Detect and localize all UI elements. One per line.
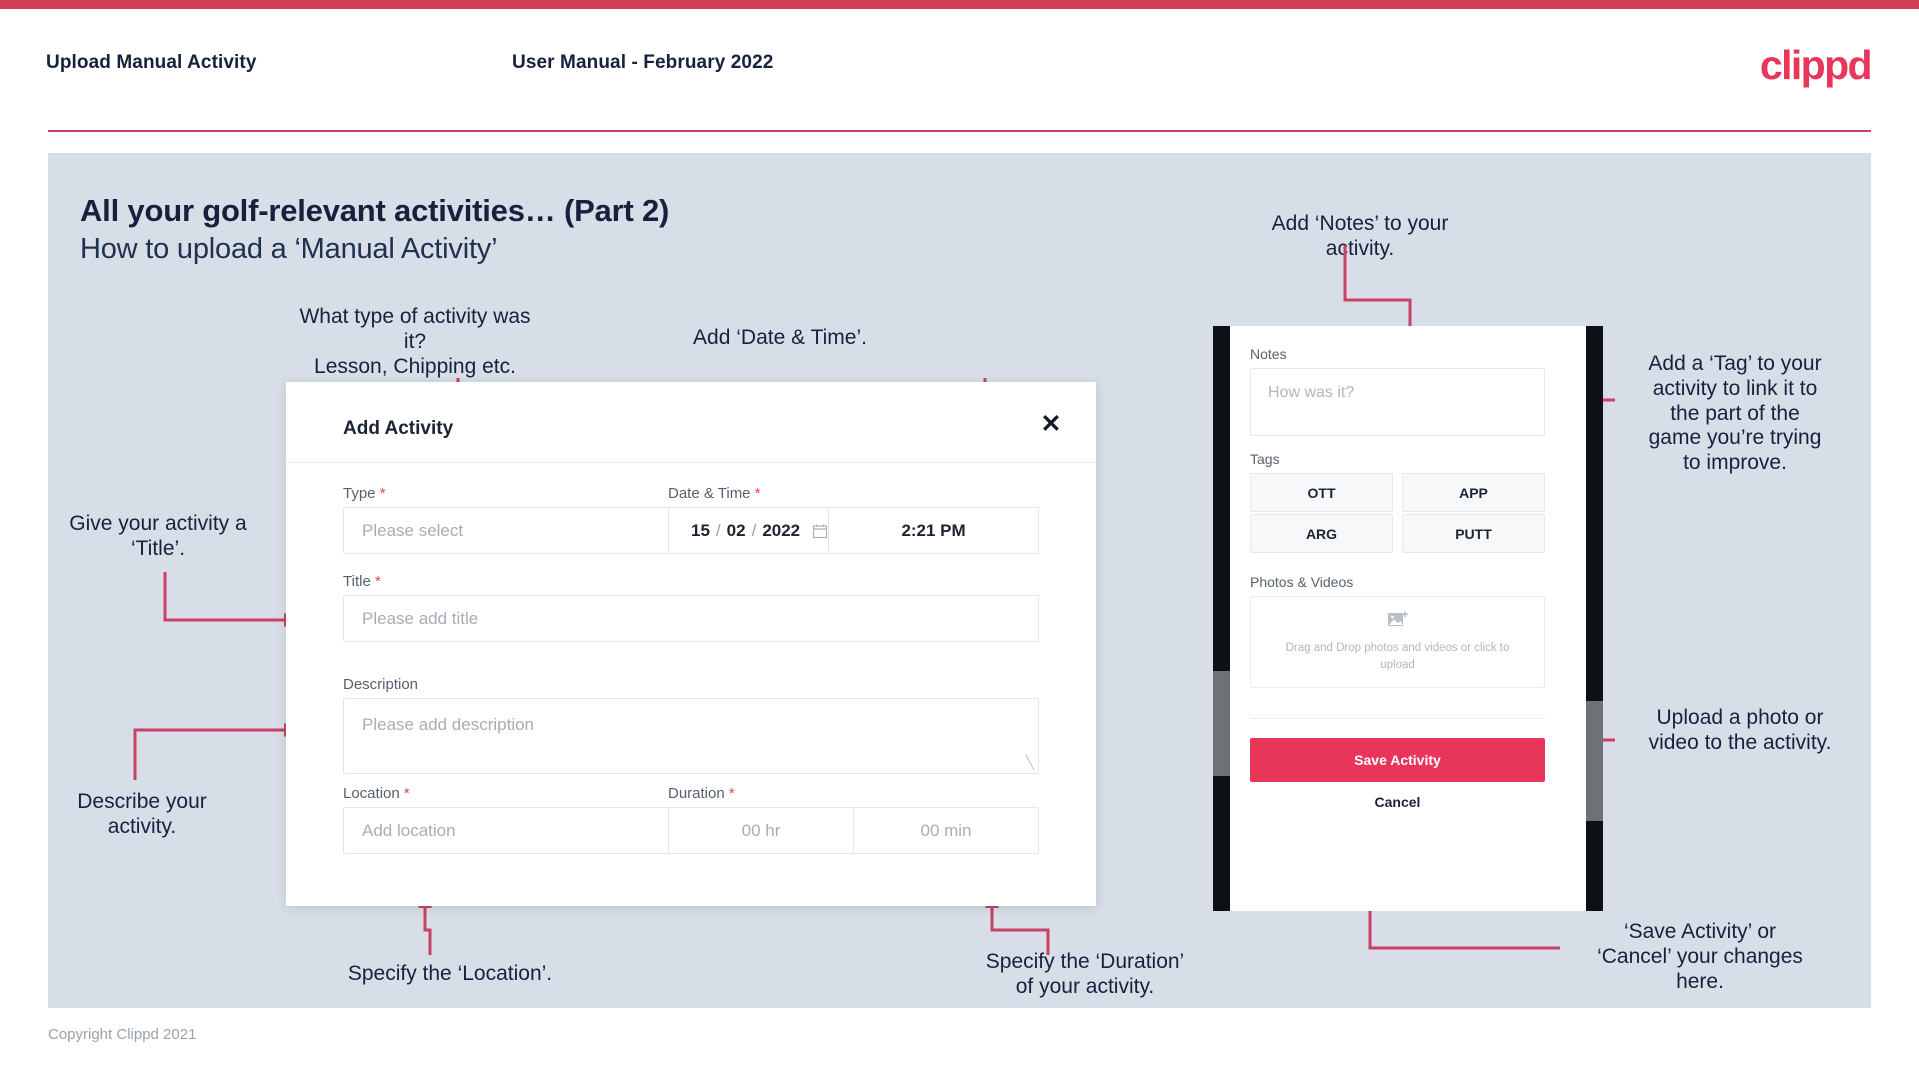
location-label-text: Location [343,785,400,802]
annotation-upload: Upload a photo or video to the activity. [1648,706,1832,754]
dialog-title: Add Activity [343,418,454,439]
tags-label: Tags [1250,451,1280,467]
date-month: 02 [726,520,746,540]
photo-upload-dropzone[interactable]: Drag and Drop photos and videos or click… [1250,596,1545,688]
time-input[interactable]: 2:21 PM [829,508,1038,553]
copyright-text: Copyright Clippd 2021 [48,1026,197,1043]
notes-placeholder: How was it? [1268,384,1355,401]
annotation-date-time: Add ‘Date & Time’. [693,326,867,349]
title-placeholder: Please add title [362,608,479,628]
annotation-save-cancel: ‘Save Activity’ or ‘Cancel’ your changes… [1597,920,1803,993]
duration-hours-placeholder: 00 hr [741,820,781,840]
date-input[interactable]: 15 / 02 / 2022 [669,508,830,553]
title-label-text: Title [343,573,371,590]
page-title: Upload Manual Activity [46,52,257,73]
annotation-description: Describe your activity. [77,790,207,838]
type-required-mark: * [379,485,386,502]
tag-label-putt: PUTT [1455,525,1492,542]
datetime-field[interactable]: 15 / 02 / 2022 2:21 PM [668,507,1039,554]
title-input[interactable]: Please add title [343,595,1039,642]
phone-power-button [1586,701,1603,821]
description-textarea[interactable]: Please add description ╱ [343,698,1039,774]
tag-button-putt[interactable]: PUTT [1402,514,1545,553]
date-sep-1: / [715,520,721,540]
save-activity-button[interactable]: Save Activity [1250,738,1545,782]
page-header: Upload Manual Activity User Manual - Feb… [0,9,1919,132]
date-year: 2022 [762,520,801,540]
slide-title: All your golf-relevant activities… (Part… [80,193,670,228]
tag-label-app: APP [1459,484,1488,501]
tag-button-arg[interactable]: ARG [1250,514,1393,553]
tag-label-ott: OTT [1307,484,1336,501]
datetime-required-mark: * [754,485,761,502]
tag-button-app[interactable]: APP [1402,473,1545,512]
calendar-icon[interactable] [812,523,828,539]
cancel-button[interactable]: Cancel [1250,794,1545,810]
phone-mockup: Notes How was it? Tags OTT APP ARG PUTT … [1213,326,1603,911]
location-required-mark: * [403,785,410,802]
header-divider [48,130,1871,132]
phone-volume-button [1213,671,1230,776]
notes-textarea[interactable] [1250,368,1545,436]
manual-subtitle: User Manual - February 2022 [512,52,774,73]
annotation-tags: Add a ‘Tag’ to your activity to link it … [1648,352,1822,475]
tag-label-arg: ARG [1305,525,1338,542]
description-label: Description [343,676,418,693]
location-label: Location * [343,785,410,802]
description-placeholder: Please add description [362,715,535,734]
photos-videos-label: Photos & Videos [1250,574,1354,590]
dropzone-text: Drag and Drop photos and videos or click… [1285,642,1510,671]
duration-hours-input[interactable]: 00 hr [669,808,853,853]
annotation-type: What type of activity was it? Lesson, Ch… [299,305,531,378]
description-label-text: Description [343,676,419,693]
duration-field: 00 hr 00 min [668,807,1039,854]
tag-button-ott[interactable]: OTT [1250,473,1393,512]
notes-label: Notes [1250,346,1287,362]
slide-subtitle: How to upload a ‘Manual Activity’ [80,233,498,265]
duration-minutes-input[interactable]: 00 min [853,808,1038,853]
add-image-icon [1387,611,1408,627]
duration-label-text: Duration [668,785,725,802]
resize-handle-icon[interactable]: ╱ [1026,755,1034,771]
date-sep-2: / [751,520,757,540]
type-label-text: Type [343,485,376,502]
clippd-logo: clippd [1759,42,1873,88]
location-placeholder: Add location [362,820,456,840]
time-value: 2:21 PM [901,520,966,540]
date-day: 15 [691,520,710,540]
close-icon[interactable]: ✕ [1034,407,1068,441]
phone-divider [1250,718,1545,719]
duration-required-mark: * [728,785,735,802]
phone-frame-left [1213,326,1230,911]
title-required-mark: * [374,573,381,590]
annotation-location: Specify the ‘Location’. [347,962,553,985]
add-activity-dialog: Add Activity ✕ Type * Please select Date… [286,382,1096,906]
annotation-title: Give your activity a ‘Title’. [69,512,247,560]
title-label: Title * [343,573,381,590]
phone-screen: Notes How was it? Tags OTT APP ARG PUTT … [1230,326,1586,911]
slide-root: Upload Manual Activity User Manual - Feb… [0,0,1919,1079]
annotation-duration: Specify the ‘Duration’ of your activity. [985,950,1185,998]
annotation-notes: Add ‘Notes’ to your activity. [1271,212,1449,260]
type-placeholder: Please select [362,520,464,540]
dialog-divider [286,462,1096,463]
datetime-label: Date & Time * [668,485,761,502]
location-input[interactable]: Add location [343,807,703,854]
duration-minutes-placeholder: 00 min [920,820,972,840]
type-label: Type * [343,485,386,502]
top-accent-bar [0,0,1919,9]
save-activity-label: Save Activity [1354,752,1441,768]
type-select[interactable]: Please select [343,507,703,554]
duration-label: Duration * [668,785,735,802]
cancel-label: Cancel [1374,794,1421,810]
datetime-label-text: Date & Time [668,485,751,502]
phone-frame-right [1586,326,1603,911]
